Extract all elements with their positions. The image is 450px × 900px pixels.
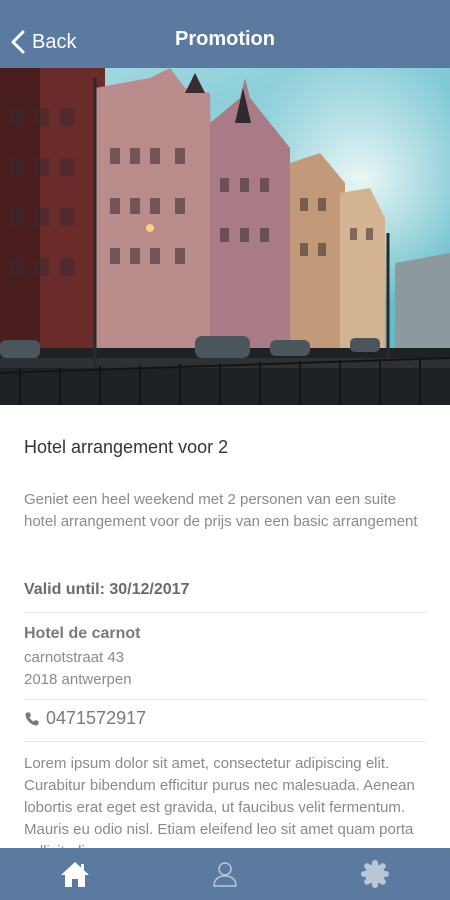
user-icon (213, 862, 237, 887)
promotion-description: Geniet een heel weekend met 2 personen v… (24, 491, 418, 530)
tab-promotions[interactable] (345, 848, 405, 900)
address-city: 2018 antwerpen (24, 671, 132, 688)
promotion-title: Hotel arrangement voor 2 (24, 437, 229, 457)
promotion-body-text: Lorem ipsum dolor sit amet, consectetur … (24, 755, 415, 848)
divider (24, 699, 426, 700)
valid-until: Valid until: 30/12/2017 (24, 581, 190, 598)
badge-icon (361, 860, 389, 888)
divider (24, 612, 426, 613)
page-title: Promotion (175, 28, 275, 50)
divider (24, 741, 426, 742)
tab-bar (0, 848, 450, 900)
phone-link[interactable]: 0471572917 (24, 708, 146, 729)
address-street: carnotstraat 43 (24, 649, 125, 666)
promotion-image (0, 68, 450, 405)
tab-home[interactable] (45, 848, 105, 900)
phone-number: 0471572917 (46, 708, 147, 728)
phone-icon (25, 712, 39, 725)
promotion-details: Hotel arrangement voor 2 Geniet een heel… (0, 405, 450, 848)
home-icon (61, 862, 89, 887)
navigation-bar: Back Promotion (0, 0, 450, 68)
hotel-name: Hotel de carnot (24, 625, 141, 642)
tab-profile[interactable] (195, 848, 255, 900)
